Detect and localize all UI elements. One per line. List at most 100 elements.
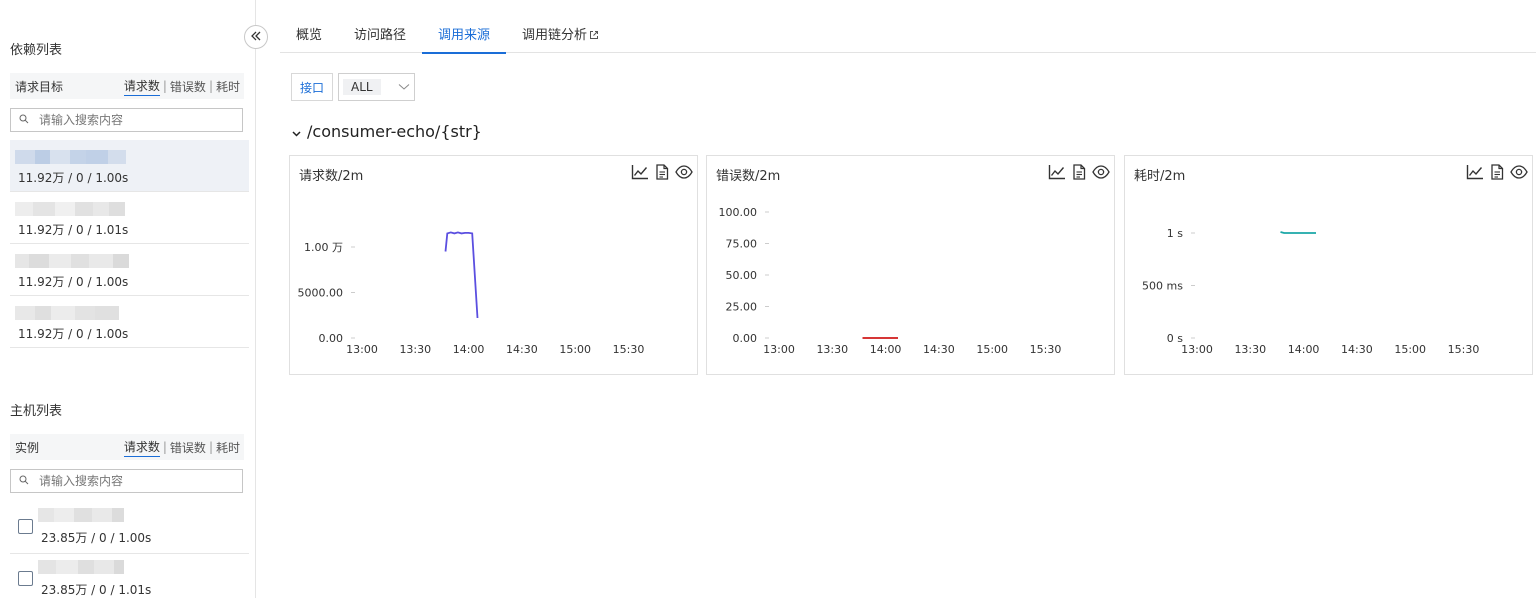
line-chart-icon[interactable] [1466,163,1484,181]
dependency-search [10,108,243,132]
host-list-header: 实例 请求数 | 错误数 | 耗时 [10,434,244,460]
host-search-input[interactable] [39,474,229,488]
interface-group-title: /consumer-echo/{str} [307,122,482,141]
x-tick-label: 13:30 [399,343,431,356]
dependency-item[interactable]: 11.92万 / 0 / 1.00s [10,296,249,348]
collapse-sidebar-button[interactable] [244,25,268,49]
redacted-name [15,254,129,268]
series-line [1280,231,1316,234]
dependency-stats: 11.92万 / 0 / 1.00s [18,171,129,185]
dependency-search-input[interactable] [39,113,229,127]
chevron-down-icon [292,122,301,141]
errors-chart-panel: 0.00 25.00 50.00 75.00 100.00 13:00 13:30 14:00… [706,155,1115,375]
dependency-list-header: 请求目标 请求数 | 错误数 | 耗时 [10,73,244,99]
y-tick-label: 1 s [1167,227,1183,240]
interface-group-toggle[interactable]: /consumer-echo/{str} [292,122,482,141]
filter-row: 接口 ALL [291,73,416,101]
document-icon[interactable] [1070,163,1088,181]
host-item: 23.85万 / 0 / 1.00s [10,502,249,554]
document-icon[interactable] [653,163,671,181]
search-icon [19,474,29,488]
host-item: 23.85万 / 0 / 1.01s [10,554,249,598]
y-tick-label: 0.00 [319,332,344,345]
x-tick-label: 14:00 [1288,343,1320,356]
host-checkbox[interactable] [18,519,33,534]
y-tick-label: 75.00 [726,238,758,251]
chart-title: 错误数/2m [716,169,781,184]
x-tick-label: 15:00 [559,343,591,356]
dependency-stats: 11.92万 / 0 / 1.00s [18,275,129,289]
x-tick-label: 13:00 [346,343,378,356]
y-tick-label: 100.00 [719,206,758,219]
eye-icon[interactable] [675,163,693,181]
host-header-label: 实例 [15,440,40,455]
host-stats: 23.85万 / 0 / 1.00s [41,531,152,545]
tab-label: 访问路径 [354,28,407,43]
dependency-stats: 11.92万 / 0 / 1.01s [18,223,129,237]
double-chevron-left-icon [250,30,262,44]
interface-select[interactable]: ALL [338,73,416,101]
sort-by-latency[interactable]: 耗时 [216,439,240,456]
x-tick-label: 13:00 [1181,343,1213,356]
x-tick-label: 14:00 [453,343,485,356]
host-checkbox[interactable] [18,571,33,586]
latency-chart: 0 s500 ms1 s13:00 13:30 14:00 14:30 15:00 15:… [1142,227,1479,356]
y-tick-label: 0.00 [733,332,758,345]
dependency-stats: 11.92万 / 0 / 1.00s [18,327,129,341]
interface-select-value: ALL [343,79,381,95]
line-chart-icon[interactable] [631,163,649,181]
dependency-sort-options: 请求数 | 错误数 | 耗时 [123,77,240,96]
chevron-down-icon [398,80,410,94]
interface-filter-label: 接口 [291,73,334,101]
x-tick-label: 15:00 [1394,343,1426,356]
sort-by-requests[interactable]: 请求数 [123,77,160,96]
sort-separator: | [162,79,167,93]
tab-trace-analysis[interactable]: 调用链分析 [506,14,615,53]
sidebar: 依赖列表 请求目标 请求数 | 错误数 | 耗时 11.92万 / 0 / 1.… [0,0,256,598]
requests-chart: 0.00 5000.00 1.00 万 13:00 13:30 14:00 14:30 15:… [298,231,645,356]
redacted-name [38,508,124,522]
sort-by-errors[interactable]: 错误数 [170,78,206,95]
x-tick-label: 15:00 [976,343,1008,356]
x-tick-label: 14:30 [1341,343,1373,356]
x-tick-label: 15:30 [1030,343,1062,356]
sort-separator: | [208,440,213,454]
tab-label: 调用来源 [438,28,491,43]
chart-toolbar [631,163,693,181]
dependency-item[interactable]: 11.92万 / 0 / 1.00s [10,140,249,192]
dependency-item[interactable]: 11.92万 / 0 / 1.00s [10,244,249,296]
redacted-name [38,560,124,574]
y-tick-label: 5000.00 [298,287,344,300]
sort-by-requests[interactable]: 请求数 [123,438,160,457]
app-root: 依赖列表 请求目标 请求数 | 错误数 | 耗时 11.92万 / 0 / 1.… [0,0,1536,598]
chart-title: 耗时/2m [1134,169,1186,184]
x-tick-label: 13:00 [763,343,795,356]
search-icon [19,113,29,127]
external-link-icon [589,29,599,44]
y-tick-label: 25.00 [726,301,758,314]
latency-chart-panel: 0 s 500 ms 1 s 13:00 13:30 14:00 14:30 15:00 15:… [1124,155,1533,375]
eye-icon[interactable] [1092,163,1110,181]
tab-bar: 概览 访问路径 调用来源 调用链分析 [280,14,1536,54]
eye-icon[interactable] [1510,163,1528,181]
y-tick-label: 50.00 [726,269,758,282]
x-tick-label: 15:30 [613,343,645,356]
chart-toolbar [1466,163,1528,181]
sort-by-latency[interactable]: 耗时 [216,78,240,95]
tab-call-source[interactable]: 调用来源 [422,14,507,54]
document-icon[interactable] [1488,163,1506,181]
x-tick-label: 14:00 [870,343,902,356]
host-search [10,469,243,493]
dependency-header-label: 请求目标 [15,79,64,94]
dependency-item[interactable]: 11.92万 / 0 / 1.01s [10,192,249,244]
tab-overview[interactable]: 概览 [280,14,338,53]
chart-toolbar [1048,163,1110,181]
host-stats: 23.85万 / 0 / 1.01s [41,583,152,597]
tab-access-path[interactable]: 访问路径 [338,14,422,53]
sort-separator: | [162,440,167,454]
chart-title: 请求数/2m [299,169,364,184]
y-tick-label: 500 ms [1142,280,1183,293]
host-list-title: 主机列表 [10,404,63,419]
sort-by-errors[interactable]: 错误数 [170,439,206,456]
line-chart-icon[interactable] [1048,163,1066,181]
